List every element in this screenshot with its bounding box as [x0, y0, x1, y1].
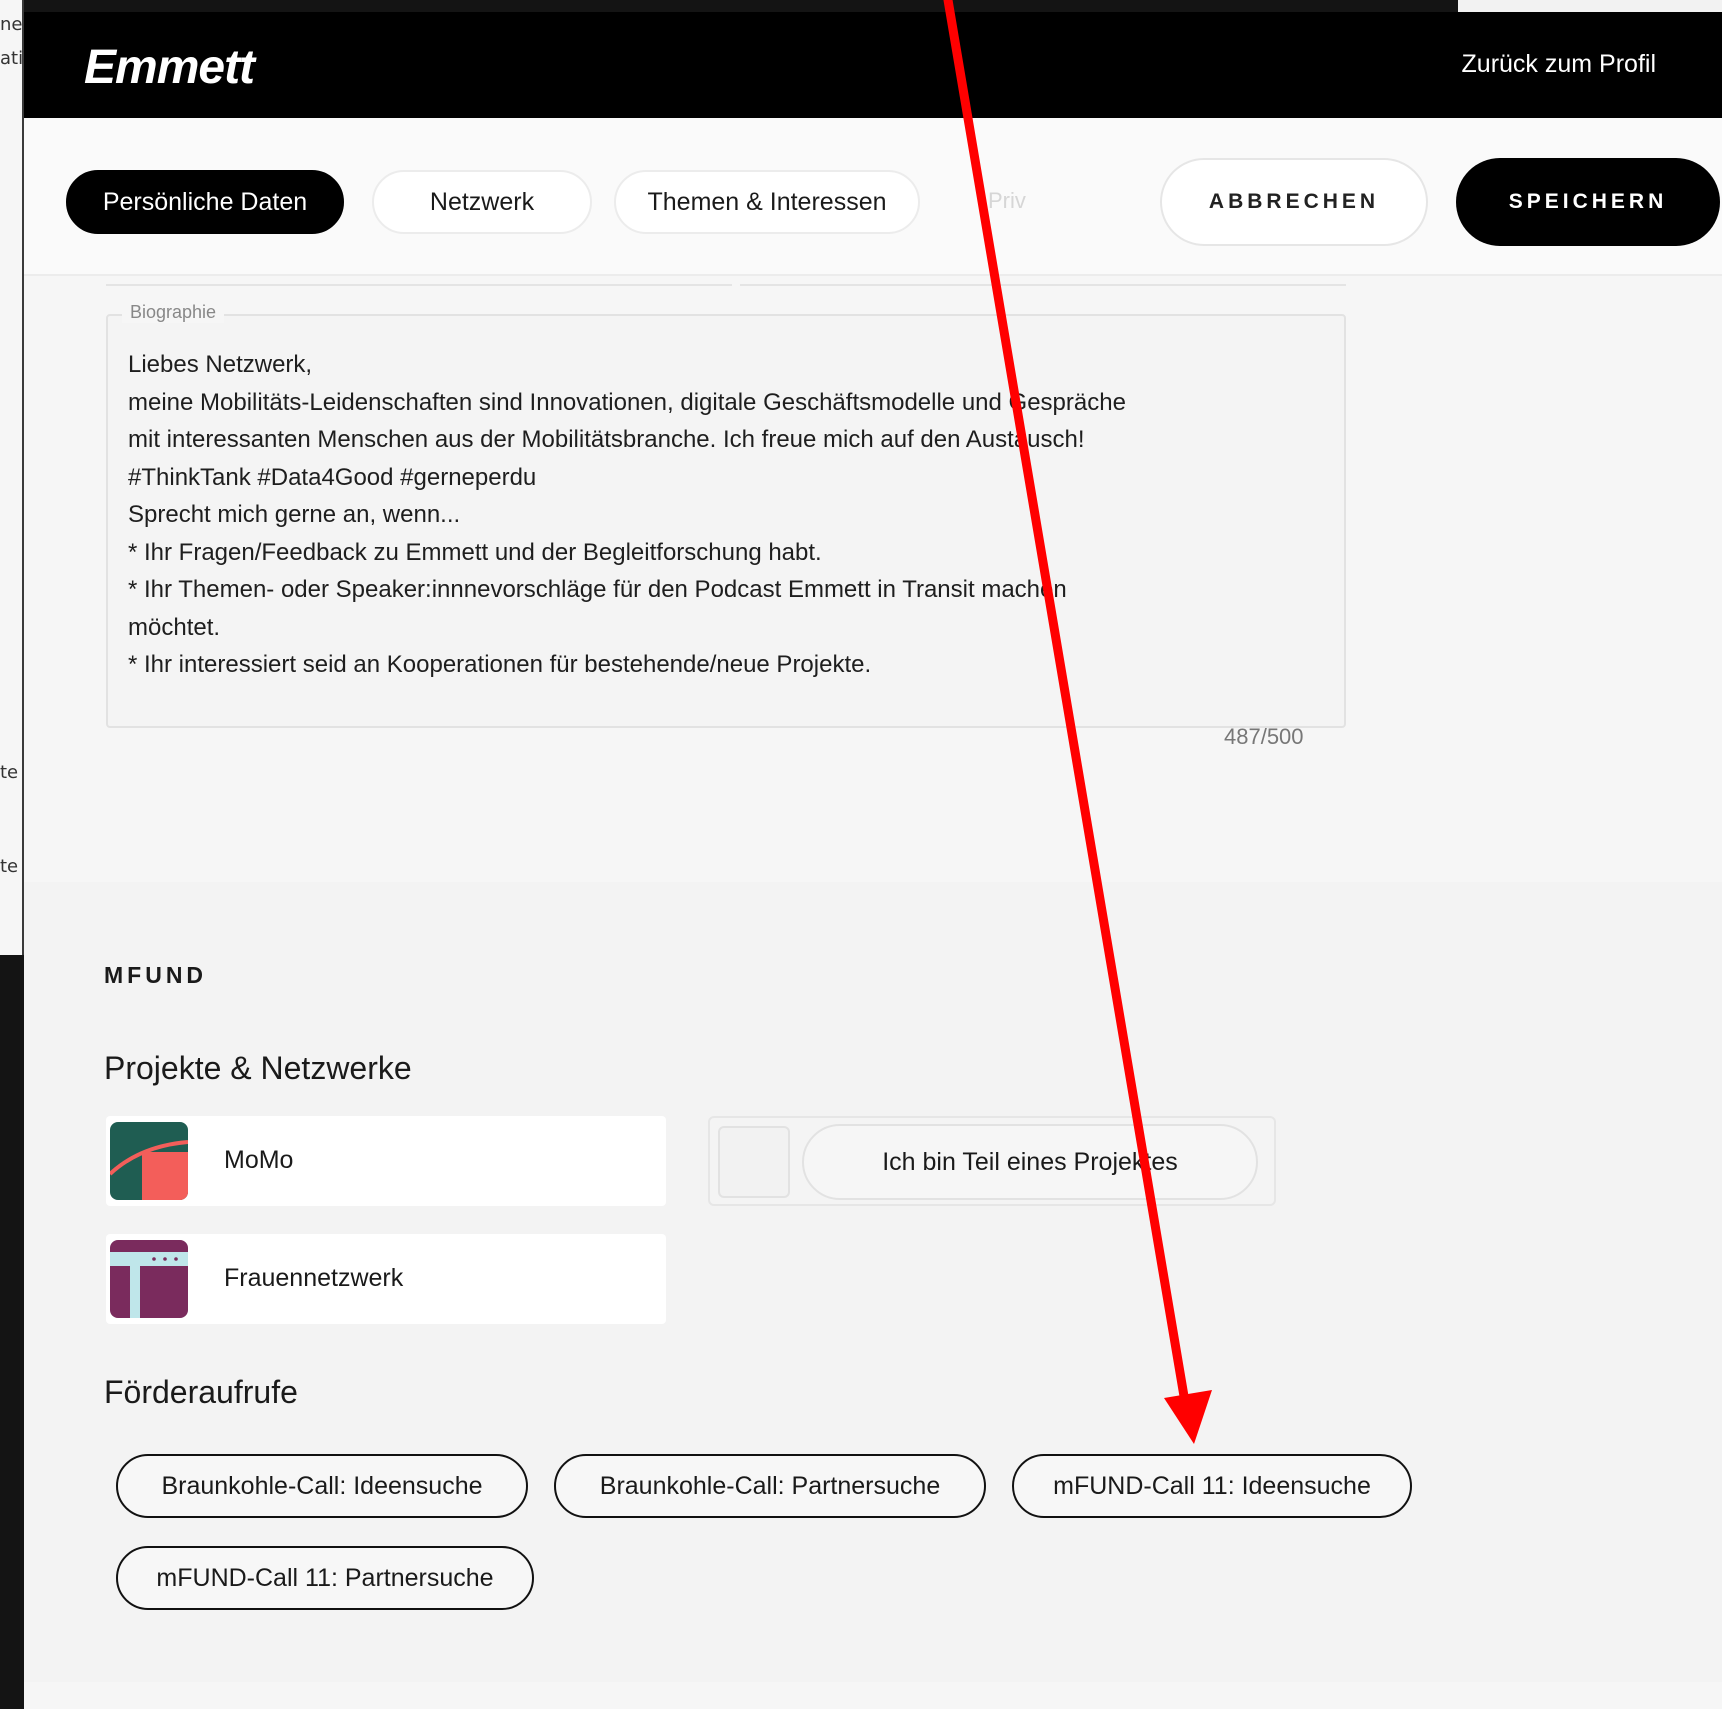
project-placeholder: [718, 1126, 790, 1198]
bio-line: * Ihr Themen- oder Speaker:innnevorschlä…: [128, 576, 1067, 603]
bio-line: Sprecht mich gerne an, wenn...: [128, 501, 461, 528]
app-window: Emmett Zurück zum Profil Persönliche Dat…: [24, 12, 1722, 1709]
bio-line: Liebes Netzwerk,: [128, 351, 313, 378]
save-button[interactable]: SPEICHERN: [1456, 158, 1720, 246]
field-divider: [106, 284, 732, 286]
section-kicker: MFUND: [104, 962, 208, 988]
projects-heading: Projekte & Netzwerke: [104, 1050, 412, 1086]
tab-personal-data[interactable]: Persönliche Daten: [66, 170, 344, 234]
join-project-box: Ich bin Teil eines Projektes: [708, 1116, 1276, 1206]
background-text: te: [0, 856, 19, 877]
project-name: Frauennetzwerk: [224, 1264, 404, 1292]
mfund-section: MFUND Projekte & Netzwerke MoMo Frauenne…: [24, 882, 1722, 1682]
bio-line: mit interessanten Menschen aus der Mobil…: [128, 426, 1085, 453]
field-divider: [740, 284, 1346, 286]
project-name: MoMo: [224, 1146, 294, 1174]
character-counter: 487/500: [1224, 724, 1304, 749]
tab-privacy[interactable]: Priv: [988, 188, 1026, 214]
top-navigation-bar: Emmett Zurück zum Profil: [24, 12, 1722, 118]
biography-text[interactable]: Liebes Netzwerk, meine Mobilitäts-Leiden…: [128, 346, 1328, 684]
background-text: ne: [0, 14, 23, 35]
frauennetzwerk-logo-icon: [110, 1240, 188, 1318]
bio-line: * Ihr interessiert seid an Kooperationen…: [128, 651, 872, 678]
background-text: ati: [0, 48, 24, 69]
cancel-button[interactable]: ABBRECHEN: [1160, 158, 1428, 246]
funding-call-chip[interactable]: mFUND-Call 11: Ideensuche: [1012, 1454, 1412, 1518]
emmett-logo[interactable]: Emmett: [84, 40, 255, 95]
tab-network[interactable]: Netzwerk: [372, 170, 592, 234]
join-project-button[interactable]: Ich bin Teil eines Projektes: [802, 1124, 1258, 1200]
project-card-momo[interactable]: MoMo: [106, 1116, 666, 1206]
background-window-edge: ne ati te te: [0, 0, 24, 955]
funding-call-chip[interactable]: Braunkohle-Call: Partnersuche: [554, 1454, 986, 1518]
profile-tab-bar: Persönliche Daten Netzwerk Themen & Inte…: [24, 118, 1722, 276]
back-to-profile-link[interactable]: Zurück zum Profil: [1462, 50, 1656, 79]
background-window-edge: [1458, 0, 1722, 12]
momo-logo-icon: [110, 1122, 188, 1200]
background-text: te: [0, 762, 19, 783]
funding-calls-heading: Förderaufrufe: [104, 1374, 298, 1410]
bio-line: meine Mobilitäts-Leidenschaften sind Inn…: [128, 388, 1126, 416]
project-card-frauennetzwerk[interactable]: Frauennetzwerk: [106, 1234, 666, 1324]
biography-label: Biographie: [122, 302, 225, 323]
funding-call-chip[interactable]: mFUND-Call 11: Partnersuche: [116, 1546, 534, 1610]
tab-topics-interests[interactable]: Themen & Interessen: [614, 170, 920, 234]
bio-line: * Ihr Fragen/Feedback zu Emmett und der …: [128, 538, 822, 566]
funding-call-chip[interactable]: Braunkohle-Call: Ideensuche: [116, 1454, 528, 1518]
bio-line: #ThinkTank #Data4Good #gerneperdu: [128, 463, 537, 491]
biography-textarea[interactable]: Biographie Liebes Netzwerk, meine Mobili…: [106, 302, 1346, 728]
bio-line: möchtet.: [128, 613, 221, 641]
